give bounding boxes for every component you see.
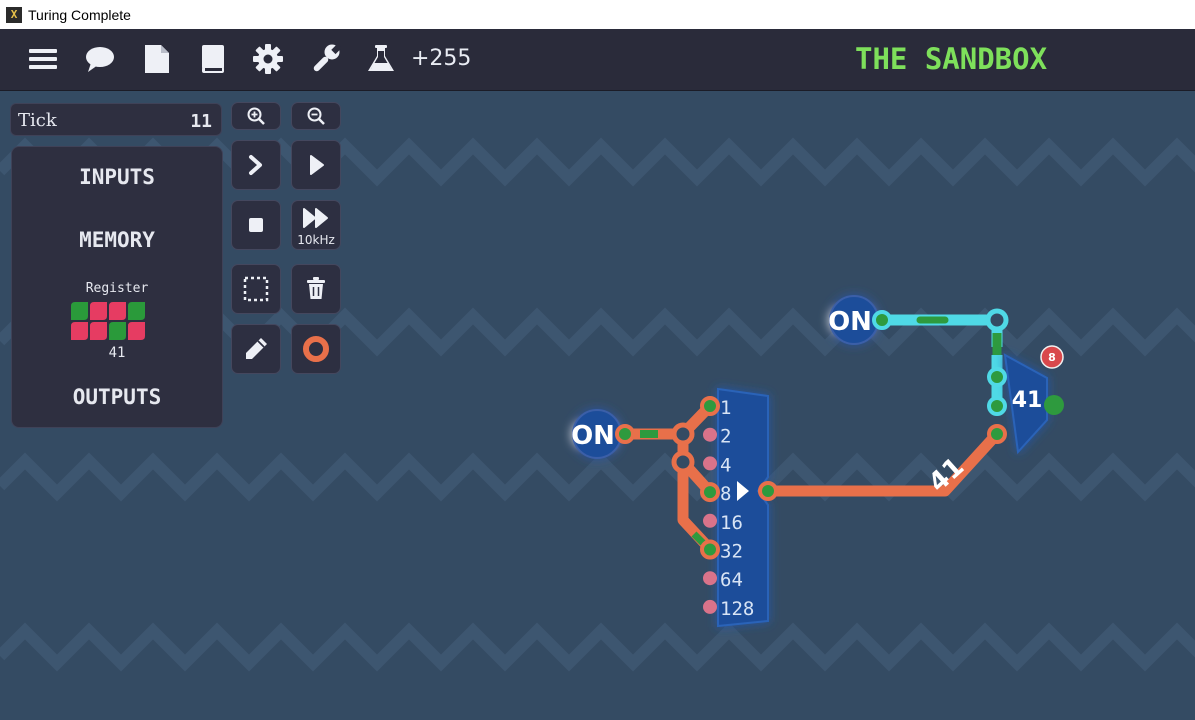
splitter-bit-label: 2 bbox=[720, 426, 731, 448]
switch-left[interactable]: ON bbox=[571, 409, 622, 459]
splitter-bit-label: 1 bbox=[720, 397, 731, 419]
splitter-bit-label: 8 bbox=[720, 483, 731, 505]
splitter-input-pin[interactable] bbox=[703, 456, 717, 471]
switch-top[interactable]: ON bbox=[828, 295, 879, 345]
splitter-input-pin[interactable] bbox=[700, 396, 720, 416]
switch-left-label: ON bbox=[571, 421, 615, 451]
output-value: 41 bbox=[1012, 388, 1043, 413]
switch-top-label: ON bbox=[828, 307, 872, 337]
splitter-input-pin[interactable] bbox=[703, 599, 717, 614]
splitter-input-pin[interactable] bbox=[703, 513, 717, 528]
output-pin[interactable] bbox=[1044, 395, 1064, 415]
bit-width-value: 8 bbox=[1048, 351, 1056, 364]
circuit-layer: 41 ON ON 1248163264128 41 8 bbox=[571, 295, 1064, 628]
splitter-bit-label: 4 bbox=[720, 454, 731, 476]
cyan-wire[interactable] bbox=[883, 308, 1009, 407]
splitter-input-pin[interactable] bbox=[700, 482, 720, 503]
splitter-output-pin[interactable] bbox=[758, 481, 778, 501]
splitter-input-pin[interactable] bbox=[703, 427, 717, 442]
splitter-input-pin[interactable] bbox=[700, 539, 720, 560]
splitter-bit-label: 128 bbox=[720, 598, 754, 620]
splitter-input-pin[interactable] bbox=[703, 571, 717, 586]
splitter-bit-label: 32 bbox=[720, 541, 743, 563]
splitter-bit-label: 64 bbox=[720, 569, 743, 591]
splitter-bit-label: 16 bbox=[720, 512, 743, 534]
splitter-pins bbox=[700, 396, 720, 614]
